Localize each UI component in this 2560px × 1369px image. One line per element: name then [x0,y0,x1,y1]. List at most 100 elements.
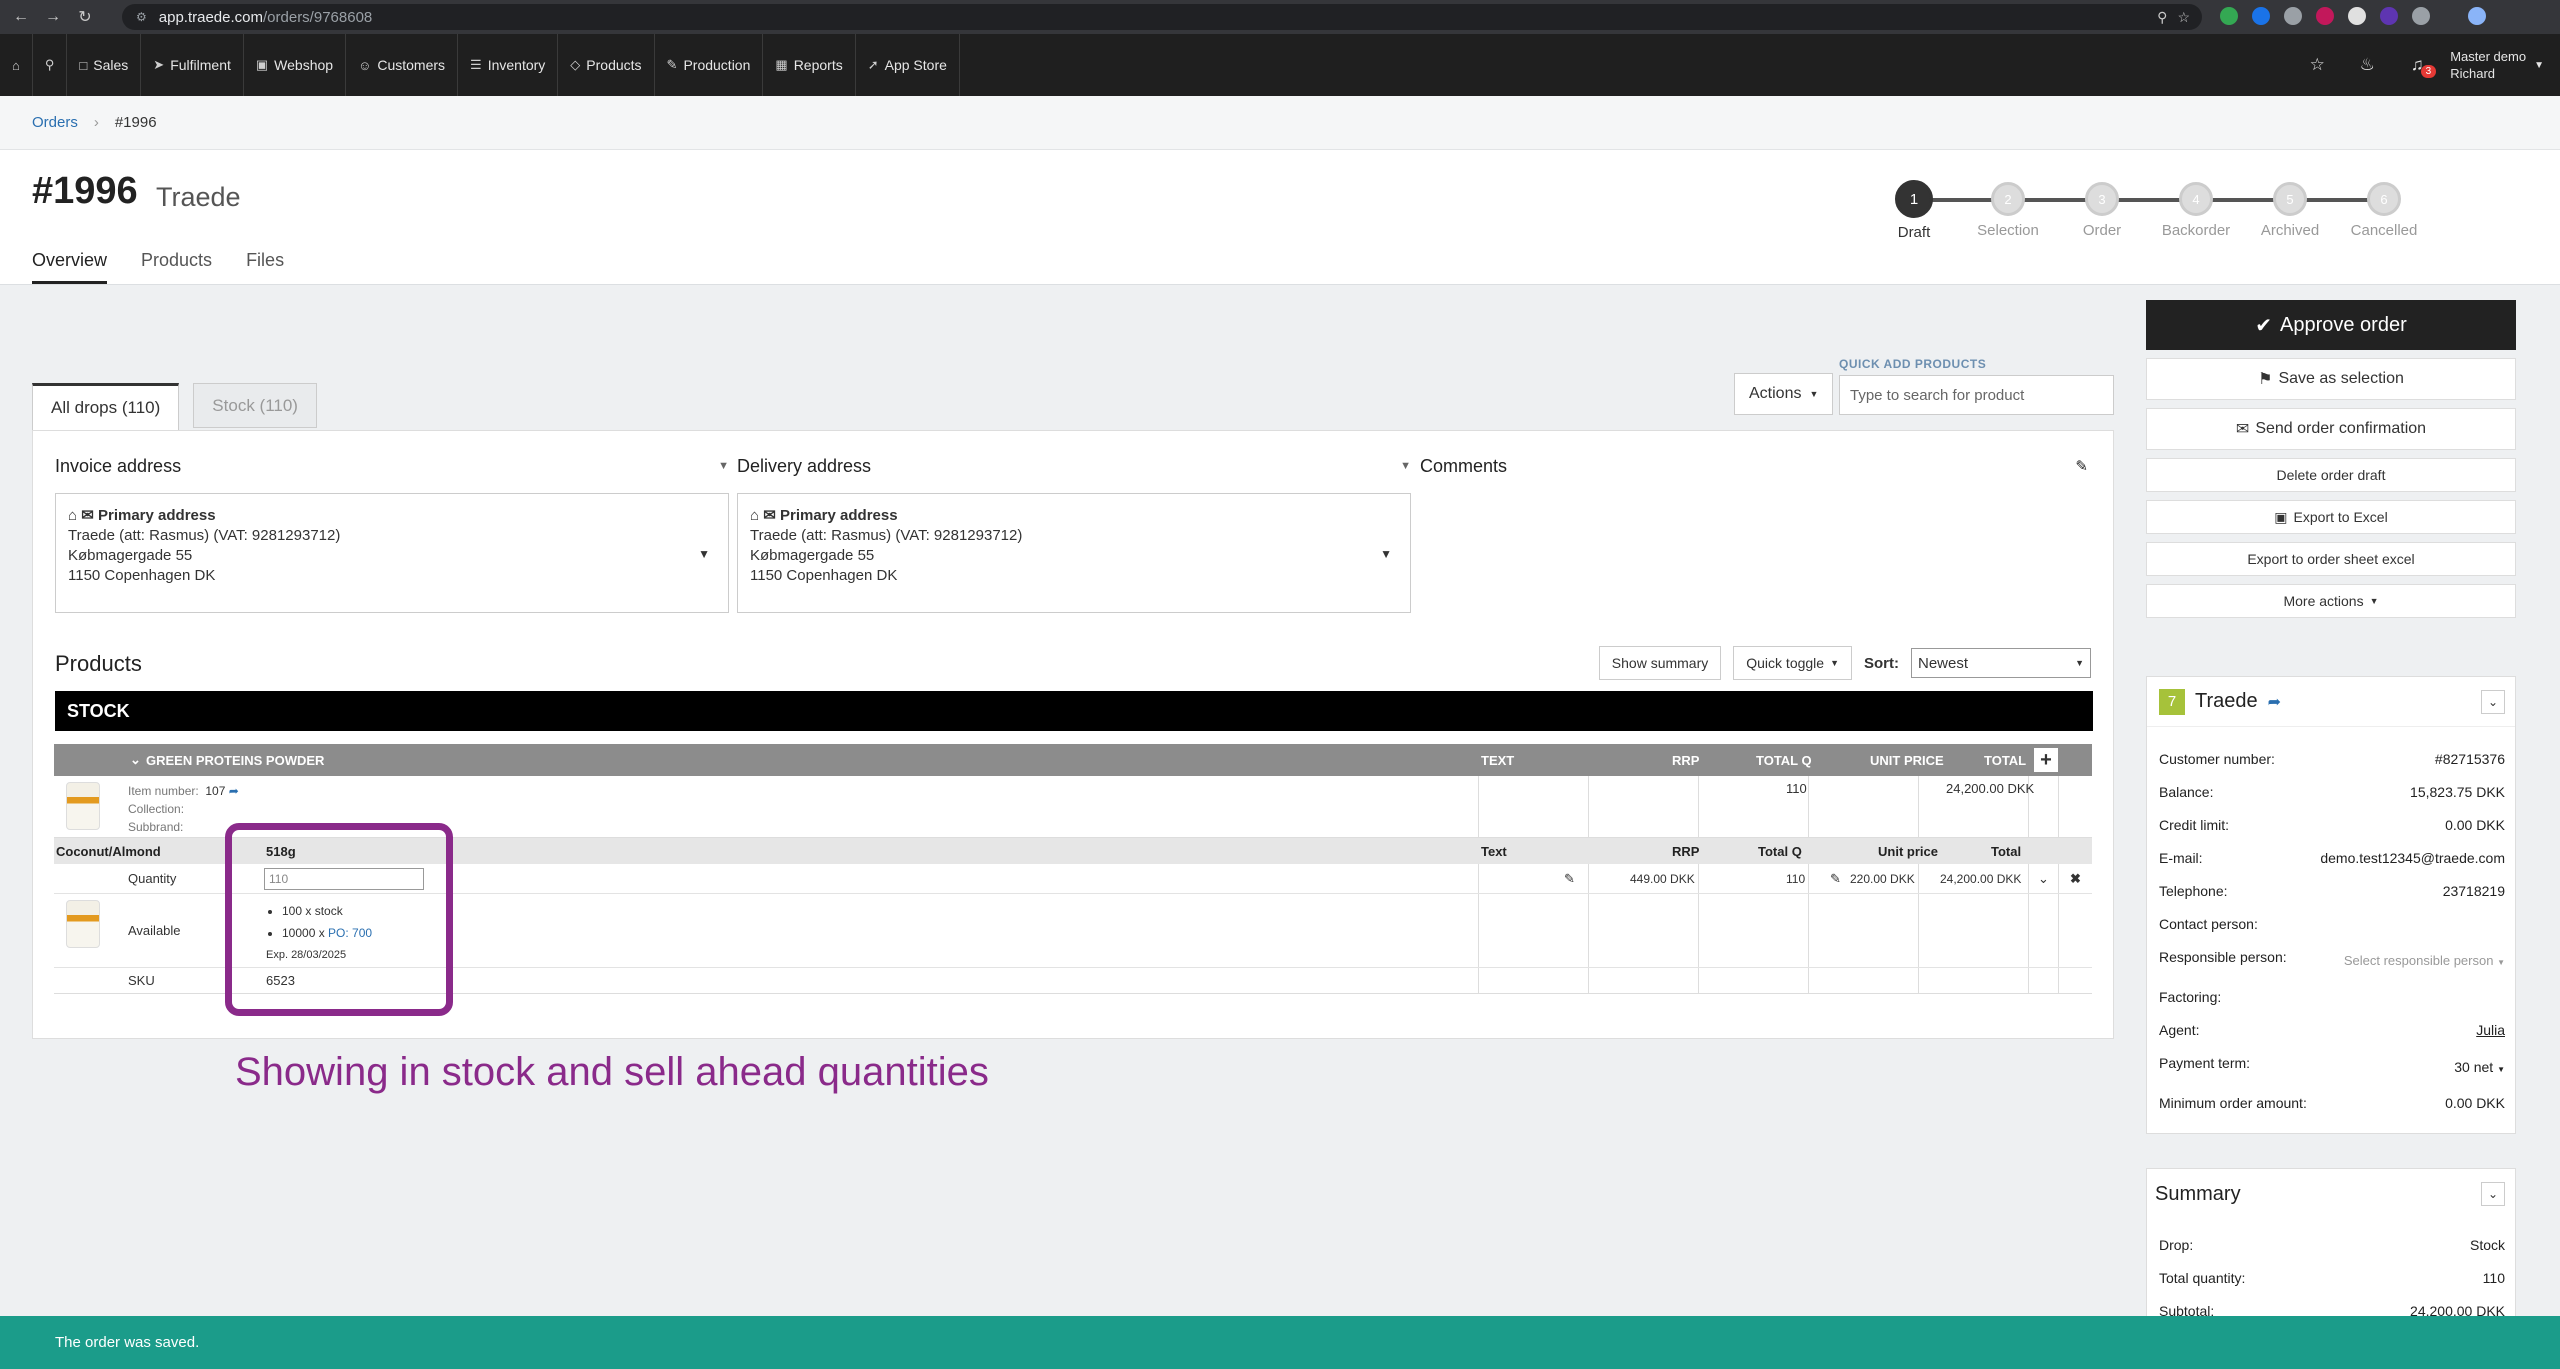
tab-files[interactable]: Files [246,250,284,284]
export-order-sheet-button[interactable]: Export to order sheet excel [2146,542,2516,576]
caret-down-icon[interactable]: ▼ [718,460,729,472]
quick-add-input[interactable] [1839,375,2114,415]
step-backorder[interactable]: 4 Backorder [2146,180,2246,239]
pencil-icon[interactable]: ✎ [1830,864,1841,893]
back-icon[interactable]: ← [10,6,32,28]
sort-label: Sort: [1864,654,1899,672]
export-excel-button[interactable]: ▣ Export to Excel [2146,500,2516,534]
zoom-icon[interactable]: ⚲ [2157,9,2167,26]
pencil-icon[interactable]: ✎ [2075,457,2088,475]
approve-order-button[interactable]: ✔ Approve order [2146,300,2516,350]
group-total-q: 110 [1786,781,1807,796]
comments-title: Comments [1420,455,1508,476]
step-label: Cancelled [2350,222,2418,239]
forward-icon[interactable]: → [42,6,64,28]
nav-label: Fulfilment [170,57,231,73]
step-order[interactable]: 3 Order [2052,180,2152,239]
nav-webshop[interactable]: ▣ Webshop [244,34,347,96]
nav-inventory[interactable]: ☰ Inventory [458,34,559,96]
step-archived[interactable]: 5 Archived [2240,180,2340,239]
extension-icon[interactable] [2284,7,2302,25]
address-line: Traede (att: Rasmus) (VAT: 9281293712) [68,527,341,544]
field-label: Minimum order amount: [2159,1095,2307,1111]
extension-icon[interactable] [2380,7,2398,25]
nav-fulfilment[interactable]: ➤ Fulfilment [141,34,244,96]
invoice-address-select[interactable]: ⌂ ✉ Primary address Traede (att: Rasmus)… [55,493,729,613]
col-unit-price: UNIT PRICE [1870,752,1944,768]
nav-production[interactable]: ✎ Production [655,34,764,96]
send-icon: ➤ [153,57,165,72]
add-variant-button[interactable]: + [2034,748,2058,772]
chevron-down-icon[interactable]: ⌄ [2481,689,2505,714]
tab-products[interactable]: Products [141,250,212,284]
caret-down-icon[interactable]: ▼ [1400,460,1411,472]
bookmark-icon: ⚑ [2258,371,2273,388]
file-icon: □ [79,57,88,73]
button-label: Export to Excel [2293,509,2388,525]
step-selection[interactable]: 2 Selection [1958,180,2058,239]
chevron-right-icon: › [93,114,99,131]
field-value: 23718219 [2442,883,2505,899]
extension-icon[interactable] [2348,7,2366,25]
field-value: demo.test12345@traede.com [2320,850,2505,866]
customer-field: Customer number: #82715376 [2159,751,2505,767]
responsible-person-select[interactable]: Select responsible person ▼ [2344,953,2505,968]
tag-icon: ◇ [570,57,581,72]
tab-overview[interactable]: Overview [32,250,108,284]
step-cancelled[interactable]: 6 Cancelled [2334,180,2434,239]
extension-icon[interactable] [2316,7,2334,25]
more-actions-dropdown[interactable]: More actions ▼ [2146,584,2516,618]
primary-address-label: Primary address [97,507,216,524]
nav-label: Customers [377,57,446,73]
quick-toggle-dropdown[interactable]: Quick toggle ▼ [1733,646,1852,680]
close-icon[interactable]: ✖ [2070,864,2081,893]
nav-sales[interactable]: □ Sales [67,34,142,96]
home-button[interactable]: ⌂ [0,34,33,96]
nav-label: Reports [793,57,843,73]
col-rrp: RRP [1672,752,1700,768]
puzzle-icon[interactable] [2412,7,2430,25]
chevron-down-icon[interactable]: ⌄ [130,744,141,776]
chevron-down-icon[interactable]: ⌄ [2038,864,2049,893]
collection-label: Collection: [128,802,185,816]
chevron-down-icon[interactable]: ⌄ [2481,1182,2505,1206]
pencil-icon[interactable]: ✎ [1564,864,1575,893]
quantity-label: Quantity [128,871,177,886]
product-image [66,900,100,948]
nav-customers[interactable]: ☺ Customers [346,34,459,96]
favorites-icon[interactable]: ☆ [2292,55,2342,75]
customer-name[interactable]: Traede [2195,690,2258,713]
star-icon[interactable]: ☆ [2177,9,2190,26]
profile-avatar[interactable] [2468,7,2486,25]
field-value: 0.00 DKK [2445,817,2505,833]
delivery-address-select[interactable]: ⌂ ✉ Primary address Traede (att: Rasmus)… [737,493,1411,613]
address-bar[interactable]: ⚙ app.traede.com/orders/9768608 ⚲ ☆ [122,4,2202,30]
fire-icon[interactable]: ♨ [2342,55,2392,75]
sort-select[interactable]: Newest ▼ [1911,648,2091,678]
actions-dropdown[interactable]: Actions ▼ [1734,373,1834,415]
share-icon[interactable]: ➦ [229,784,239,798]
nav-app-store[interactable]: ➚ App Store [856,34,960,96]
extension-icon[interactable] [2220,7,2238,25]
check-icon: ✔ [2255,314,2272,337]
site-info-icon[interactable]: ⚙ [136,10,147,24]
delete-draft-button[interactable]: Delete order draft [2146,458,2516,492]
breadcrumb-orders[interactable]: Orders [32,114,78,131]
user-menu[interactable]: Master demo Richard ▼ [2442,48,2560,82]
tab-all-drops[interactable]: All drops (110) [32,383,180,430]
nav-reports[interactable]: ▦ Reports [763,34,856,96]
send-confirmation-button[interactable]: ✉ Send order confirmation [2146,408,2516,450]
nav-label: Inventory [487,57,546,73]
variant-unit-price: 220.00 DKK [1850,871,1915,886]
share-icon[interactable]: ➦ [2268,692,2281,712]
show-summary-button[interactable]: Show summary [1598,646,1722,680]
extension-icon[interactable] [2252,7,2270,25]
reload-icon[interactable]: ↻ [74,6,96,28]
bell-icon[interactable]: ♫ 3 [2392,55,2442,78]
search-button[interactable]: ⚲ [33,34,68,96]
agent-link[interactable]: Julia [2476,1022,2505,1038]
payment-term-select[interactable]: 30 net ▼ [2454,1059,2505,1075]
save-as-selection-button[interactable]: ⚑ Save as selection [2146,358,2516,400]
nav-products[interactable]: ◇ Products [558,34,655,96]
tab-stock-drop[interactable]: Stock (110) [193,383,317,428]
